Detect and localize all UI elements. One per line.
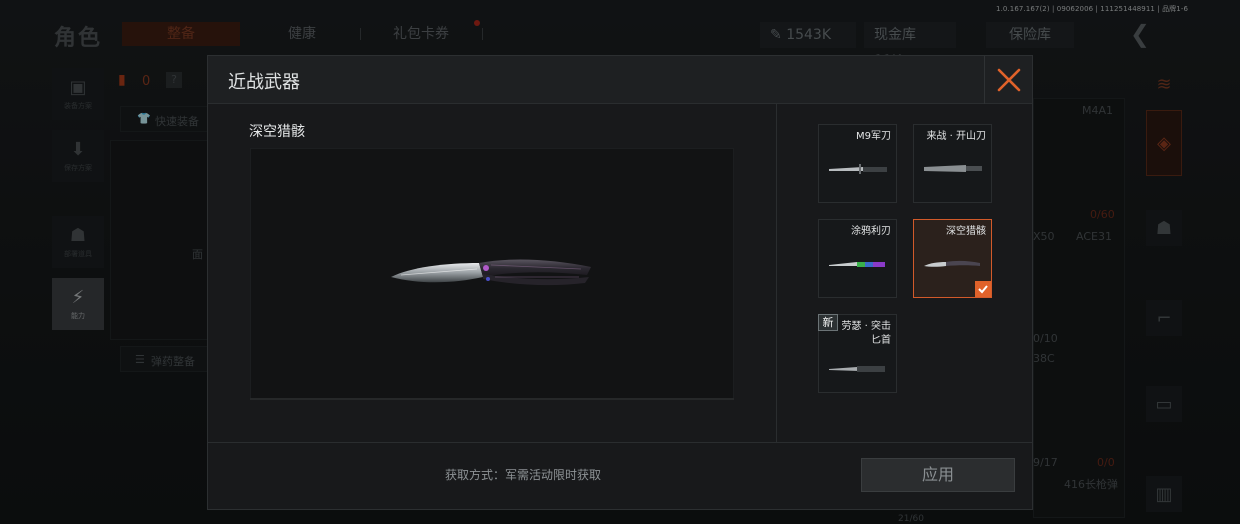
assault-dagger-icon xyxy=(829,366,885,372)
close-button[interactable] xyxy=(984,56,1032,104)
graffiti-knife-icon xyxy=(829,262,885,267)
item-name: 涂鸦利刃 xyxy=(851,226,891,237)
panel-divider xyxy=(776,104,777,442)
close-icon xyxy=(997,68,1020,92)
weapon-item-graffiti-blade[interactable]: 涂鸦利刃 xyxy=(818,219,897,298)
m9-bayonet-icon xyxy=(829,164,887,174)
modal-title: 近战武器 xyxy=(228,72,300,93)
item-name: M9军刀 xyxy=(856,131,891,142)
modal-header: 近战武器 xyxy=(208,56,1032,104)
apply-button[interactable]: 应用 xyxy=(861,458,1015,492)
machete-icon xyxy=(924,165,982,172)
item-name: 来战 · 开山刀 xyxy=(926,131,986,142)
melee-weapon-modal: 近战武器 深空猎骸 M9军刀 来战 · 开山刀 涂鸦利刃 深空猎骸 劳瑟 · 突… xyxy=(207,55,1033,510)
weapon-item-assault-dagger[interactable]: 劳瑟 · 突击 匕首 新 xyxy=(818,314,897,393)
item-name: 深空猎骸 xyxy=(946,226,986,237)
selected-check-icon xyxy=(975,281,991,297)
butterfly-knife-icon xyxy=(924,260,980,267)
preview-scrollbar xyxy=(250,398,734,400)
weapon-item-deep-space-hunter[interactable]: 深空猎骸 xyxy=(913,219,992,298)
weapon-item-m9[interactable]: M9军刀 xyxy=(818,124,897,203)
butterfly-knife-image xyxy=(391,259,591,286)
weapon-item-machete[interactable]: 来战 · 开山刀 xyxy=(913,124,992,203)
new-badge: 新 xyxy=(818,314,838,331)
footer-divider xyxy=(208,442,1032,443)
acquire-method-text: 获取方式：军需活动限时获取 xyxy=(445,468,602,482)
preview-weapon-name: 深空猎骸 xyxy=(249,124,305,140)
weapon-preview xyxy=(250,148,734,400)
